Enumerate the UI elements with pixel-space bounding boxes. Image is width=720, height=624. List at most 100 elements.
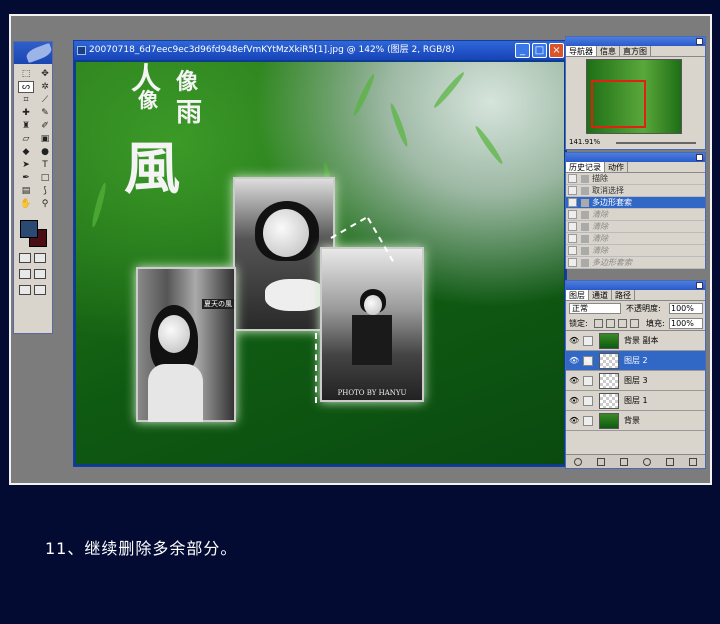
fill-field[interactable]: 100% (669, 318, 703, 329)
history-snapshot-checkbox[interactable] (568, 174, 577, 183)
history-step[interactable]: 描除 (566, 173, 705, 185)
history-step[interactable]: 取消选择 (566, 185, 705, 197)
history-snapshot-checkbox[interactable] (568, 210, 577, 219)
standard-mode-icon[interactable] (19, 253, 31, 263)
history-snapshot-checkbox[interactable] (568, 246, 577, 255)
history-step[interactable]: 清除 (566, 209, 705, 221)
zoom-tool-icon[interactable]: ⚲ (37, 198, 53, 210)
history-snapshot-checkbox[interactable] (568, 186, 577, 195)
tab-channels[interactable]: 通道 (589, 290, 612, 300)
blend-mode-select[interactable]: 正常 (569, 303, 621, 314)
eye-icon[interactable]: 👁 (569, 396, 579, 406)
tab-actions[interactable]: 动作 (605, 162, 628, 172)
layer-row[interactable]: 👁 图层 3 (566, 371, 705, 391)
move-tool-icon[interactable]: ✥ (37, 68, 53, 80)
tab-navigator[interactable]: 导航器 (566, 46, 597, 56)
layer-name: 图层 2 (624, 356, 648, 365)
shape-tool-icon[interactable]: □ (37, 172, 53, 184)
layer-row[interactable]: 👁 ✎ 图层 2 (566, 351, 705, 371)
document-window: 20070718_6d7eec9ec3d96fd948efVmKYtMzXkiR… (73, 40, 567, 467)
brush-link-icon[interactable]: ✎ (583, 356, 593, 366)
trash-icon[interactable] (689, 457, 698, 466)
tab-history[interactable]: 历史记录 (566, 162, 605, 172)
screen-mode-2-icon[interactable] (34, 269, 46, 279)
eye-icon[interactable]: 👁 (569, 376, 579, 386)
slice-tool-icon[interactable]: ⟋ (37, 94, 53, 106)
panel-close-icon[interactable] (696, 282, 703, 289)
eyedropper-icon[interactable]: ⟆ (37, 185, 53, 197)
panel-close-icon[interactable] (696, 38, 703, 45)
jump-icon[interactable] (34, 285, 46, 295)
adjustment-layer-icon[interactable] (643, 457, 652, 466)
minimize-button[interactable]: _ (515, 43, 530, 58)
tab-layers[interactable]: 图层 (566, 290, 589, 300)
eraser-tool-icon[interactable]: ▱ (18, 133, 34, 145)
dodge-tool-icon[interactable]: ● (37, 146, 53, 158)
link-icon[interactable] (583, 336, 593, 346)
lock-position-icon[interactable] (618, 319, 627, 328)
foreground-color-swatch[interactable] (20, 220, 38, 238)
marquee-tool-icon[interactable]: ⬚ (18, 68, 34, 80)
close-button[interactable]: × (549, 43, 564, 58)
layer-row[interactable]: 👁 背景 副本 (566, 331, 705, 351)
brush-tool-icon[interactable]: ✎ (37, 107, 53, 119)
opacity-field[interactable]: 100% (669, 303, 703, 314)
layer-mask-icon[interactable] (596, 457, 605, 466)
zoom-slider[interactable] (616, 142, 696, 144)
eye-icon[interactable]: 👁 (569, 416, 579, 426)
panel-titlebar[interactable] (566, 37, 705, 46)
link-icon[interactable] (583, 396, 593, 406)
notes-tool-icon[interactable]: ▤ (18, 185, 34, 197)
navigator-thumbnail[interactable] (586, 59, 682, 134)
navigator-zoom[interactable]: 141.91% (569, 138, 600, 146)
history-snapshot-checkbox[interactable] (568, 198, 577, 207)
history-brush-icon[interactable]: ✐ (37, 120, 53, 132)
link-icon[interactable] (583, 416, 593, 426)
image-canvas[interactable]: 人 像 風 雨 像 夏天の風 PHOTO BY HANYU (76, 62, 564, 464)
eye-icon[interactable]: 👁 (569, 356, 579, 366)
navigator-view-box[interactable] (591, 80, 646, 128)
crop-tool-icon[interactable]: ⌗ (18, 94, 34, 106)
history-step[interactable]: 多边形套索 (566, 257, 705, 269)
gradient-tool-icon[interactable]: ▣ (37, 133, 53, 145)
history-snapshot-checkbox[interactable] (568, 258, 577, 267)
history-step-icon (581, 235, 589, 243)
stamp-tool-icon[interactable]: ♜ (18, 120, 34, 132)
eye-icon[interactable]: 👁 (569, 336, 579, 346)
link-icon[interactable] (583, 376, 593, 386)
history-snapshot-checkbox[interactable] (568, 222, 577, 231)
magic-wand-icon[interactable]: ✲ (37, 81, 53, 93)
panel-titlebar[interactable] (566, 281, 705, 290)
history-step[interactable]: 多边形套索 (566, 197, 705, 209)
lock-pixels-icon[interactable] (606, 319, 615, 328)
new-layer-icon[interactable] (666, 457, 675, 466)
panel-close-icon[interactable] (696, 154, 703, 161)
layer-row[interactable]: 👁 图层 1 (566, 391, 705, 411)
layer-thumbnail (599, 393, 619, 409)
blur-tool-icon[interactable]: ◆ (18, 146, 34, 158)
tab-info[interactable]: 信息 (597, 46, 620, 56)
lock-all-icon[interactable] (630, 319, 639, 328)
screen-mode-1-icon[interactable] (19, 269, 31, 279)
document-titlebar[interactable]: 20070718_6d7eec9ec3d96fd948efVmKYtMzXkiR… (74, 41, 566, 60)
imageready-icon[interactable] (19, 285, 31, 295)
healing-tool-icon[interactable]: ✚ (18, 107, 34, 119)
history-step[interactable]: 清除 (566, 233, 705, 245)
type-tool-icon[interactable]: T (37, 159, 53, 171)
history-snapshot-checkbox[interactable] (568, 234, 577, 243)
panel-titlebar[interactable] (566, 153, 705, 162)
new-group-icon[interactable] (619, 457, 628, 466)
path-select-icon[interactable]: ➤ (18, 159, 34, 171)
lock-transparent-icon[interactable] (594, 319, 603, 328)
hand-tool-icon[interactable]: ✋ (18, 198, 34, 210)
layer-style-icon[interactable] (573, 457, 582, 466)
lasso-tool-icon[interactable]: ᔕ (18, 81, 34, 93)
tab-histogram[interactable]: 直方图 (620, 46, 651, 56)
pen-tool-icon[interactable]: ✒ (18, 172, 34, 184)
history-step[interactable]: 清除 (566, 221, 705, 233)
history-step[interactable]: 清除 (566, 245, 705, 257)
tab-paths[interactable]: 路径 (612, 290, 635, 300)
layer-row[interactable]: 👁 背景 (566, 411, 705, 431)
quickmask-mode-icon[interactable] (34, 253, 46, 263)
maximize-button[interactable]: □ (532, 43, 547, 58)
